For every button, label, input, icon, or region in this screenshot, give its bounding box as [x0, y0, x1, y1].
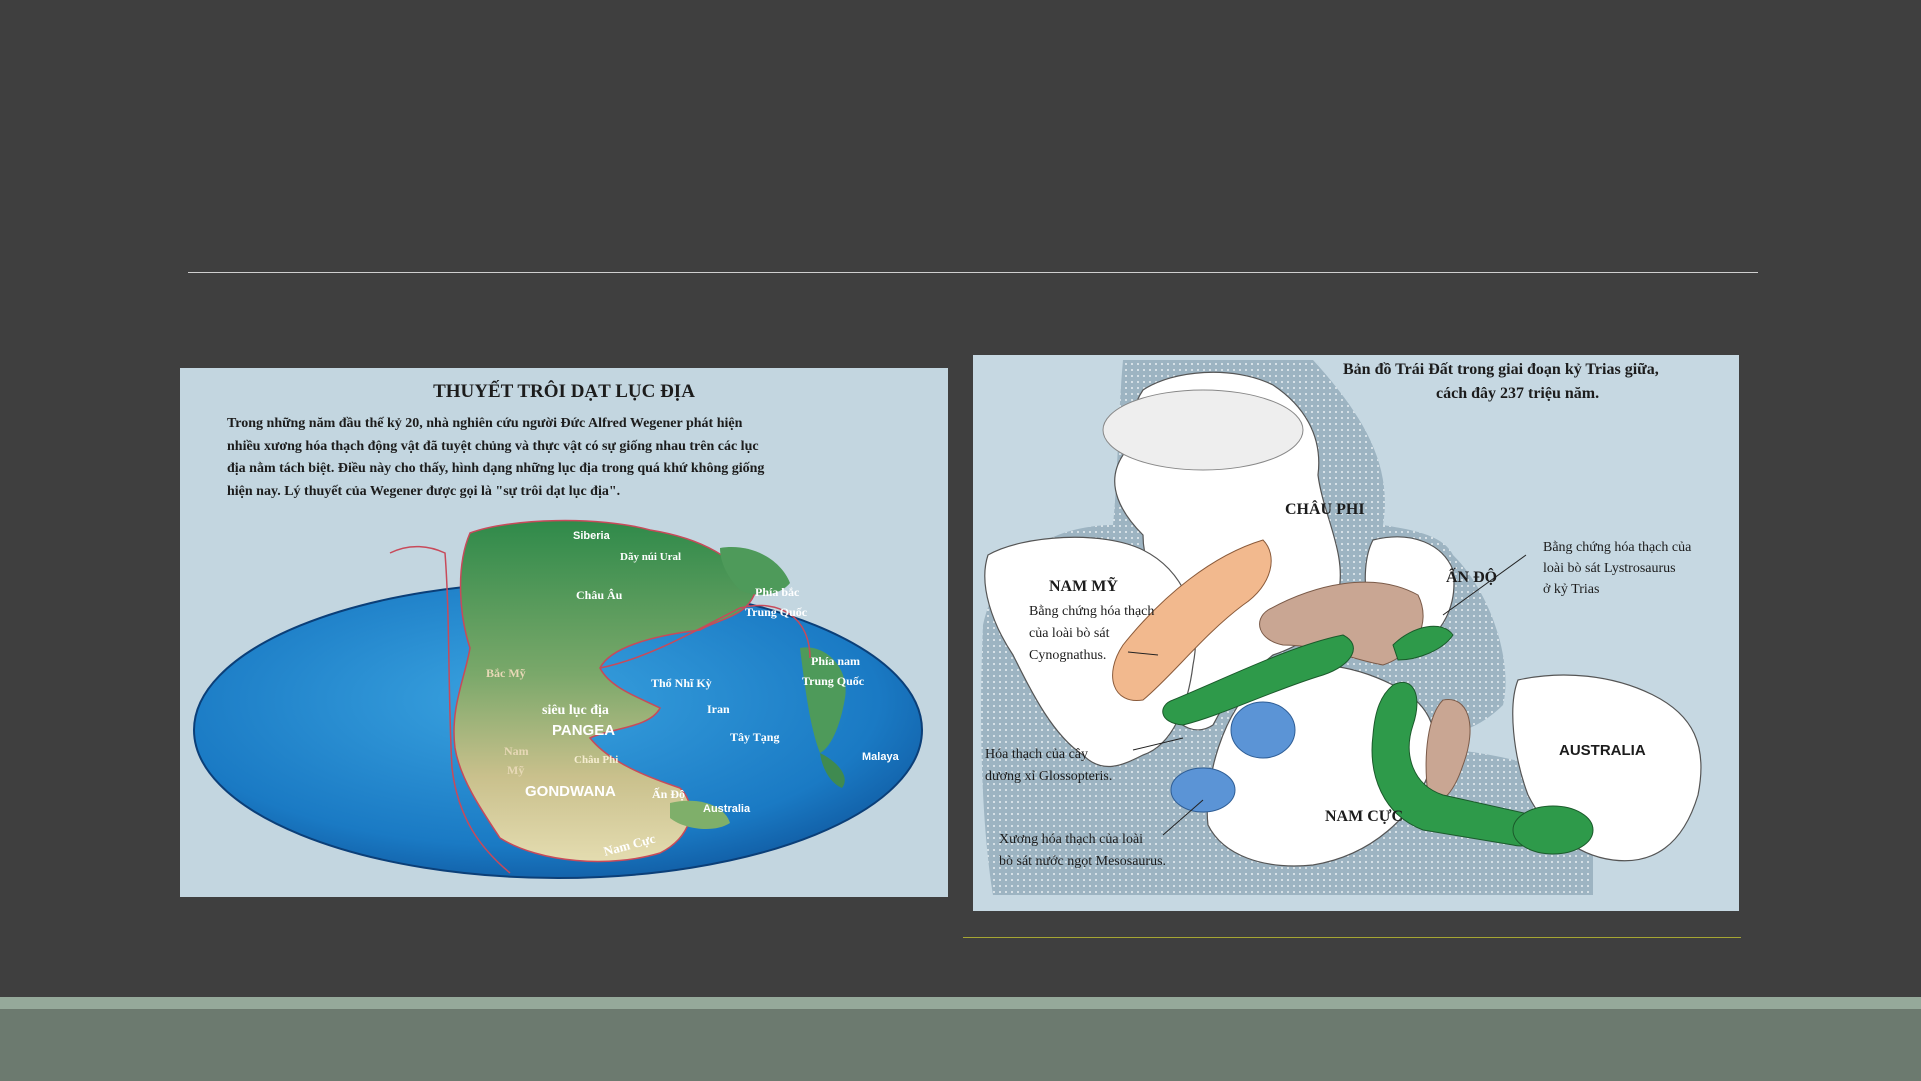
- annotation-lystrosaurus: loài bò sát Lystrosaurus: [1543, 561, 1676, 576]
- mesosaurus-zone: [1230, 701, 1296, 759]
- map-label-india: Ấn Độ: [652, 786, 685, 801]
- map-label-turkey: Thổ Nhĩ Kỳ: [651, 676, 712, 690]
- slide-footer-bar: [0, 1009, 1921, 1081]
- gondwana-fossil-map: Bản đồ Trái Đất trong giai đoạn kỷ Trias…: [981, 360, 1702, 895]
- map-label-australia: Australia: [703, 803, 751, 815]
- map-label-south-china: Trung Quốc: [802, 674, 865, 688]
- map-label-south-america: Mỹ: [507, 763, 524, 777]
- figure-title: cách đây 237 triệu năm.: [1436, 385, 1599, 402]
- annotation-cynognathus: Cynognathus.: [1029, 648, 1106, 663]
- map-label-iran: Iran: [707, 702, 730, 716]
- annotation-cynognathus: của loài bò sát: [1029, 626, 1110, 641]
- annotation-glossopteris: Hóa thạch của cây: [985, 747, 1088, 762]
- annotation-lystrosaurus: Bằng chứng hóa thạch của: [1543, 540, 1692, 555]
- mesosaurus-zone: [1170, 767, 1236, 813]
- continent-label-australia: AUSTRALIA: [1559, 742, 1646, 759]
- map-label-super-continent: siêu lục địa: [542, 703, 609, 718]
- annotation-cynognathus: Bằng chứng hóa thạch: [1029, 604, 1154, 619]
- map-label-north-china: Trung Quốc: [745, 605, 808, 619]
- caption-divider: [963, 937, 1741, 938]
- triassic-map-figure: Bản đồ Trái Đất trong giai đoạn kỷ Trias…: [973, 355, 1739, 911]
- continent-label-africa: CHÂU PHI: [1285, 499, 1365, 518]
- pangea-globe-map: Siberia Dãy núi Ural Châu Âu Phía bắc Tr…: [193, 519, 923, 879]
- continent-label-south-america: NAM MỸ: [1049, 575, 1118, 595]
- glossopteris-zone: [1512, 805, 1594, 855]
- continental-drift-figure: THUYẾT TRÔI DẠT LỤC ĐỊA Trong những năm …: [180, 368, 948, 897]
- continent-label-india: ẤN ĐỘ: [1446, 567, 1497, 586]
- glossopteris-north-zone: [1102, 389, 1304, 471]
- map-label-malaya: Malaya: [862, 751, 900, 763]
- map-label-tibet: Tây Tạng: [730, 730, 779, 744]
- continent-label-antarctica: NAM CỰC: [1325, 808, 1403, 825]
- map-label-europe: Châu Âu: [576, 588, 623, 602]
- annotation-lystrosaurus: ở kỷ Trias: [1543, 582, 1599, 597]
- map-label-ural: Dãy núi Ural: [620, 551, 681, 563]
- footer-accent-strip: [0, 997, 1921, 1009]
- map-label-gondwana: GONDWANA: [525, 783, 616, 800]
- map-label-north-china: Phía bắc: [755, 585, 800, 599]
- map-label-siberia: Siberia: [573, 530, 611, 542]
- annotation-mesosaurus: Xương hóa thạch của loài: [999, 832, 1143, 847]
- map-label-north-america: Bắc Mỹ: [486, 666, 526, 680]
- figure-title: Bản đồ Trái Đất trong giai đoạn kỷ Trias…: [1343, 361, 1659, 378]
- annotation-glossopteris: dương xỉ Glossopteris.: [985, 769, 1112, 784]
- map-label-south-america: Nam: [504, 744, 529, 758]
- map-label-south-china: Phía nam: [811, 654, 860, 668]
- title-divider: [188, 272, 1758, 273]
- map-label-africa: Châu Phi: [574, 754, 618, 766]
- annotation-mesosaurus: bò sát nước ngọt Mesosaurus.: [999, 854, 1166, 869]
- map-label-pangea: PANGEA: [552, 722, 615, 739]
